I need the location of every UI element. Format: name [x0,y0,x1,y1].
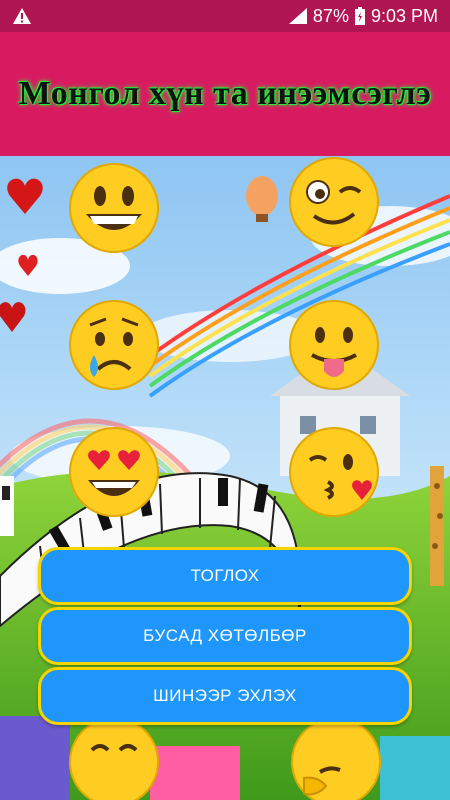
restart-button[interactable]: ШИНЭЭР ЭХЛЭХ [38,667,412,725]
crying-face-icon [69,300,159,390]
app-title: Монгол хүн та инээмсэглэ [18,75,432,112]
grinning-face-icon [69,163,159,253]
app-header: Монгол хүн та инээмсэглэ [0,32,450,156]
play-button-label: ТОГЛОХ [190,566,260,585]
restart-button-label: ШИНЭЭР ЭХЛЭХ [153,686,297,705]
kissing-face-icon [289,427,379,517]
battery-icon [354,7,365,25]
background-scene: ТОГЛОХ БУСАД ХӨТӨЛБӨР ШИНЭЭР ЭХЛЭХ [0,156,450,800]
heart-eyes-face-icon [69,427,159,517]
clock: 9:03 PM [370,5,438,26]
play-button[interactable]: ТОГЛОХ [38,547,412,605]
other-apps-button[interactable]: БУСАД ХӨТӨЛБӨР [38,607,412,665]
winking-face-icon [289,157,379,247]
signal-icon [288,8,307,24]
tongue-out-face-icon [289,300,379,390]
warning-icon [13,8,31,24]
battery-percent: 87% [312,5,349,26]
thinking-face-icon [291,717,381,800]
status-bar: 87% 9:03 PM [0,0,450,32]
other-apps-button-label: БУСАД ХӨТӨЛБӨР [143,626,307,645]
smiling-face-icon [69,717,159,800]
